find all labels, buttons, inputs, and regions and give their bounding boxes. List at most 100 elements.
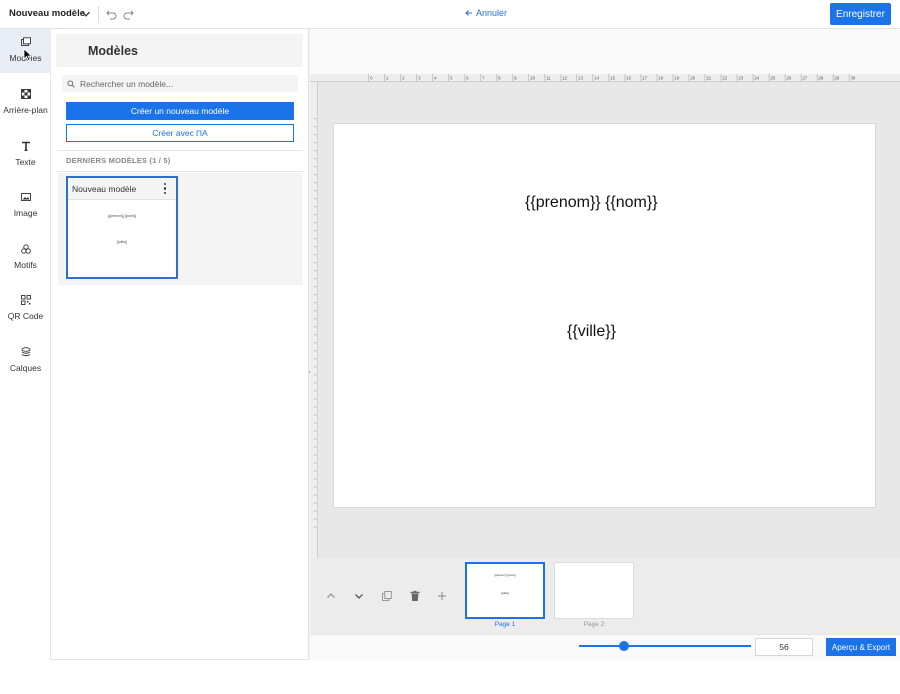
app-window: Nouveau modèle Annuler Enregistrer Modèl… (0, 0, 900, 694)
background-icon (20, 89, 31, 99)
rail-label-background: Arrière-plan (3, 105, 48, 115)
panel-title: Modèles (88, 44, 139, 58)
qr-code-icon (20, 295, 31, 305)
duplicate-page-icon[interactable] (380, 589, 394, 603)
ruler-label: 0 (370, 75, 373, 80)
preview-export-button[interactable]: Aperçu & Export (826, 638, 896, 656)
rail-label-text: Texte (15, 157, 36, 167)
ruler-label: 19 (674, 75, 679, 80)
document-title[interactable]: Nouveau modèle (9, 8, 85, 19)
page-label-1: Page 1 (494, 621, 516, 628)
image-icon (20, 193, 31, 201)
ruler-label: 21 (706, 75, 711, 80)
tool-rail: Modèles Arrière-plan Texte Image Motifs … (0, 29, 51, 694)
undo-icon[interactable] (106, 9, 117, 20)
template-preview-line: {{ville}} (116, 240, 128, 244)
arrow-left-icon (465, 10, 472, 16)
ruler-label: 24 (754, 75, 759, 80)
ruler-label: 28 (818, 75, 823, 80)
add-page-icon[interactable] (435, 589, 449, 603)
zoom-slider-handle[interactable] (618, 641, 629, 651)
panel-header: Modèles (56, 34, 303, 67)
horizontal-ruler: 0 1 2 3 4 5 6 7 8 9 10 11 12 13 14 15 16 17 18 19 20 21 22 23 24… (310, 74, 900, 82)
ruler-label: 1 (386, 75, 389, 80)
ruler-label: 7 (482, 75, 485, 80)
ruler-label: 2 (402, 75, 405, 80)
zoom-level-input[interactable] (755, 638, 813, 656)
page-label-2: Page 2 (583, 621, 605, 628)
ruler-label: 9 (514, 75, 517, 80)
ruler-label: 25 (770, 75, 775, 80)
thumbnail-preview-line: {{prenom}} {{nom}} (494, 574, 516, 577)
ruler-label: 26 (786, 75, 791, 80)
ruler-label: 23 (738, 75, 743, 80)
ruler-label: 13 (578, 75, 583, 80)
canvas-toolbar-area (310, 29, 900, 74)
ruler-label: 15 (610, 75, 615, 80)
save-button[interactable]: Enregistrer (830, 3, 891, 25)
ruler-label: 18 (658, 75, 663, 80)
templates-icon (20, 37, 31, 46)
canvas-text-name[interactable]: {{prenom}} {{nom}} (525, 194, 658, 212)
ruler-label: 3 (418, 75, 421, 80)
ruler-label: 12 (562, 75, 567, 80)
ruler-label: 4 (434, 75, 437, 80)
ruler-label: 8 (498, 75, 501, 80)
shapes-icon (20, 244, 31, 254)
vertical-ruler (310, 82, 318, 558)
search-icon (67, 79, 75, 88)
template-preview-line: {{prenom}} {{nom}} (107, 214, 137, 218)
ruler-label: 10 (530, 75, 535, 80)
rail-item-background[interactable]: Arrière-plan (0, 81, 51, 125)
more-options-icon[interactable] (163, 183, 167, 194)
search-box[interactable] (62, 75, 298, 92)
design-page[interactable]: {{prenom}} {{nom}} {{ville}} (333, 123, 876, 508)
top-bar: Nouveau modèle Annuler Enregistrer (0, 0, 900, 29)
divider (57, 171, 303, 172)
rail-label-qr-code: QR Code (7, 311, 44, 321)
toolbar-divider (98, 6, 99, 23)
recent-templates-heading: DERNIERS MODÈLES (1 / 5) (66, 156, 171, 165)
chevron-down-icon[interactable] (81, 9, 91, 19)
page-thumbnail-2[interactable] (554, 562, 634, 619)
delete-page-icon[interactable] (408, 589, 422, 603)
ruler-label: 11 (546, 75, 551, 80)
ruler-label: 29 (834, 75, 839, 80)
cancel-link[interactable]: Annuler (465, 8, 507, 18)
cancel-label: Annuler (476, 8, 508, 18)
ruler-label: 22 (722, 75, 727, 80)
mouse-cursor-icon (23, 48, 33, 62)
template-card-name: Nouveau modèle (72, 184, 137, 194)
rail-label-image: Image (13, 208, 38, 218)
create-new-template-button[interactable]: Créer un nouveau modèle (66, 102, 294, 120)
rail-item-shapes[interactable]: Motifs (0, 236, 51, 280)
ruler-label: 6 (466, 75, 469, 80)
canvas-text-city[interactable]: {{ville}} (567, 323, 616, 341)
rail-item-image[interactable]: Image (0, 184, 51, 228)
layers-icon (21, 347, 30, 357)
rail-item-qr-code[interactable]: QR Code (0, 287, 51, 331)
page-footer (0, 660, 900, 694)
ruler-label: 20 (690, 75, 695, 80)
redo-icon[interactable] (123, 9, 134, 20)
create-with-ai-button[interactable]: Créer avec l'IA (66, 124, 294, 142)
ruler-label: 16 (626, 75, 631, 80)
rail-label-layers: Calques (9, 363, 42, 373)
rail-item-text[interactable]: Texte (0, 133, 51, 177)
template-card[interactable]: Nouveau modèle {{prenom}} {{nom}} {{vill… (66, 176, 178, 279)
rail-item-layers[interactable]: Calques (0, 339, 51, 383)
search-input[interactable] (80, 78, 290, 89)
template-card-header: Nouveau modèle (68, 178, 176, 200)
text-icon (21, 141, 30, 151)
move-page-down-icon[interactable] (352, 589, 366, 603)
divider (57, 150, 303, 151)
zoom-slider-track[interactable] (579, 645, 751, 647)
templates-panel: Modèles Créer un nouveau modèle Créer av… (51, 29, 309, 660)
rail-label-shapes: Motifs (14, 260, 37, 270)
move-page-up-icon[interactable] (324, 589, 338, 603)
ruler-label: 27 (802, 75, 807, 80)
ruler-label: 5 (450, 75, 453, 80)
thumbnail-preview-line: {{ville}} (501, 592, 509, 595)
ruler-label: 14 (594, 75, 599, 80)
page-thumbnail-1[interactable]: {{prenom}} {{nom}} {{ville}} (465, 562, 545, 619)
